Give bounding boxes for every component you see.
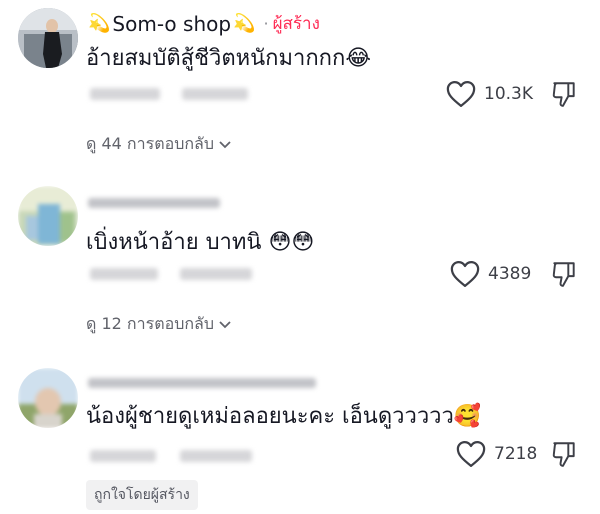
separator-dot: ·	[263, 14, 269, 33]
thumbs-down-icon[interactable]	[551, 440, 577, 468]
thumbs-down-icon[interactable]	[551, 80, 577, 108]
heart-outline-icon	[450, 261, 480, 287]
like-count: 4389	[488, 264, 532, 284]
blurred-date	[90, 88, 160, 100]
comment-emoji: 😳😳	[268, 230, 315, 255]
like-count: 10.3K	[484, 84, 533, 104]
chevron-down-icon	[219, 320, 231, 328]
avatar-image	[18, 368, 78, 428]
view-replies-button[interactable]: ดู 44 การตอบกลับ	[86, 132, 232, 157]
liked-by-creator-badge: ถูกใจโดยผู้สร้าง	[86, 480, 198, 510]
view-replies-label: ดู 44 การตอบกลับ	[86, 134, 214, 153]
sparkle-emoji: 💫	[233, 13, 256, 34]
sparkle-emoji: 💫	[88, 13, 111, 34]
blurred-date	[90, 450, 156, 462]
blurred-reply-button[interactable]	[180, 268, 252, 280]
comment-emoji: 🥰	[453, 404, 482, 429]
blurred-author-name[interactable]	[88, 198, 220, 208]
blurred-reply-button[interactable]	[180, 450, 252, 462]
view-replies-button[interactable]: ดู 12 การตอบกลับ	[86, 312, 232, 337]
comment-author-row: 💫 Som-o shop 💫 · ผู้สร้าง	[86, 10, 320, 37]
avatar[interactable]	[18, 186, 78, 246]
like-button[interactable]: 4389	[450, 260, 531, 288]
comment-text-body: อ้ายสมบัติสู้ชีวิตหนักมากกก	[86, 46, 346, 71]
like-button[interactable]: 7218	[456, 440, 537, 468]
blurred-author-name[interactable]	[88, 378, 316, 388]
blurred-reply-button[interactable]	[182, 88, 248, 100]
chevron-down-icon	[219, 140, 231, 148]
comment-item: เบิ่งหน้าอ้าย บาทนิ 😳😳 4389 ดู 12 การตอบ…	[0, 180, 600, 340]
comment-text: เบิ่งหน้าอ้าย บาทนิ 😳😳	[86, 224, 314, 259]
view-replies-label: ดู 12 การตอบกลับ	[86, 314, 214, 333]
blurred-date	[90, 268, 158, 280]
comment-text: อ้ายสมบัติสู้ชีวิตหนักมากกก😂	[86, 40, 371, 75]
author-name[interactable]: Som-o shop	[112, 12, 231, 36]
thumbs-down-icon[interactable]	[551, 260, 577, 288]
heart-outline-icon	[456, 441, 486, 467]
comment-text: น้องผู้ชายดูเหม่อลอยนะคะ เอ็นดูววววว🥰	[86, 398, 481, 433]
comment-text-body: น้องผู้ชายดูเหม่อลอยนะคะ เอ็นดูววววว	[86, 404, 454, 429]
avatar-image	[18, 186, 78, 246]
avatar[interactable]	[18, 368, 78, 428]
like-count: 7218	[494, 444, 538, 464]
comment-text-body: เบิ่งหน้าอ้าย บาทนิ	[86, 230, 262, 255]
avatar-image	[18, 8, 78, 68]
comment-emoji: 😂	[345, 46, 372, 71]
avatar[interactable]	[18, 8, 78, 68]
comment-item: น้องผู้ชายดูเหม่อลอยนะคะ เอ็นดูววววว🥰 72…	[0, 360, 600, 514]
like-button[interactable]: 10.3K	[446, 80, 533, 108]
comment-item: 💫 Som-o shop 💫 · ผู้สร้าง อ้ายสมบัติสู้ช…	[0, 0, 600, 170]
heart-outline-icon	[446, 81, 476, 107]
creator-badge: ผู้สร้าง	[272, 14, 320, 34]
